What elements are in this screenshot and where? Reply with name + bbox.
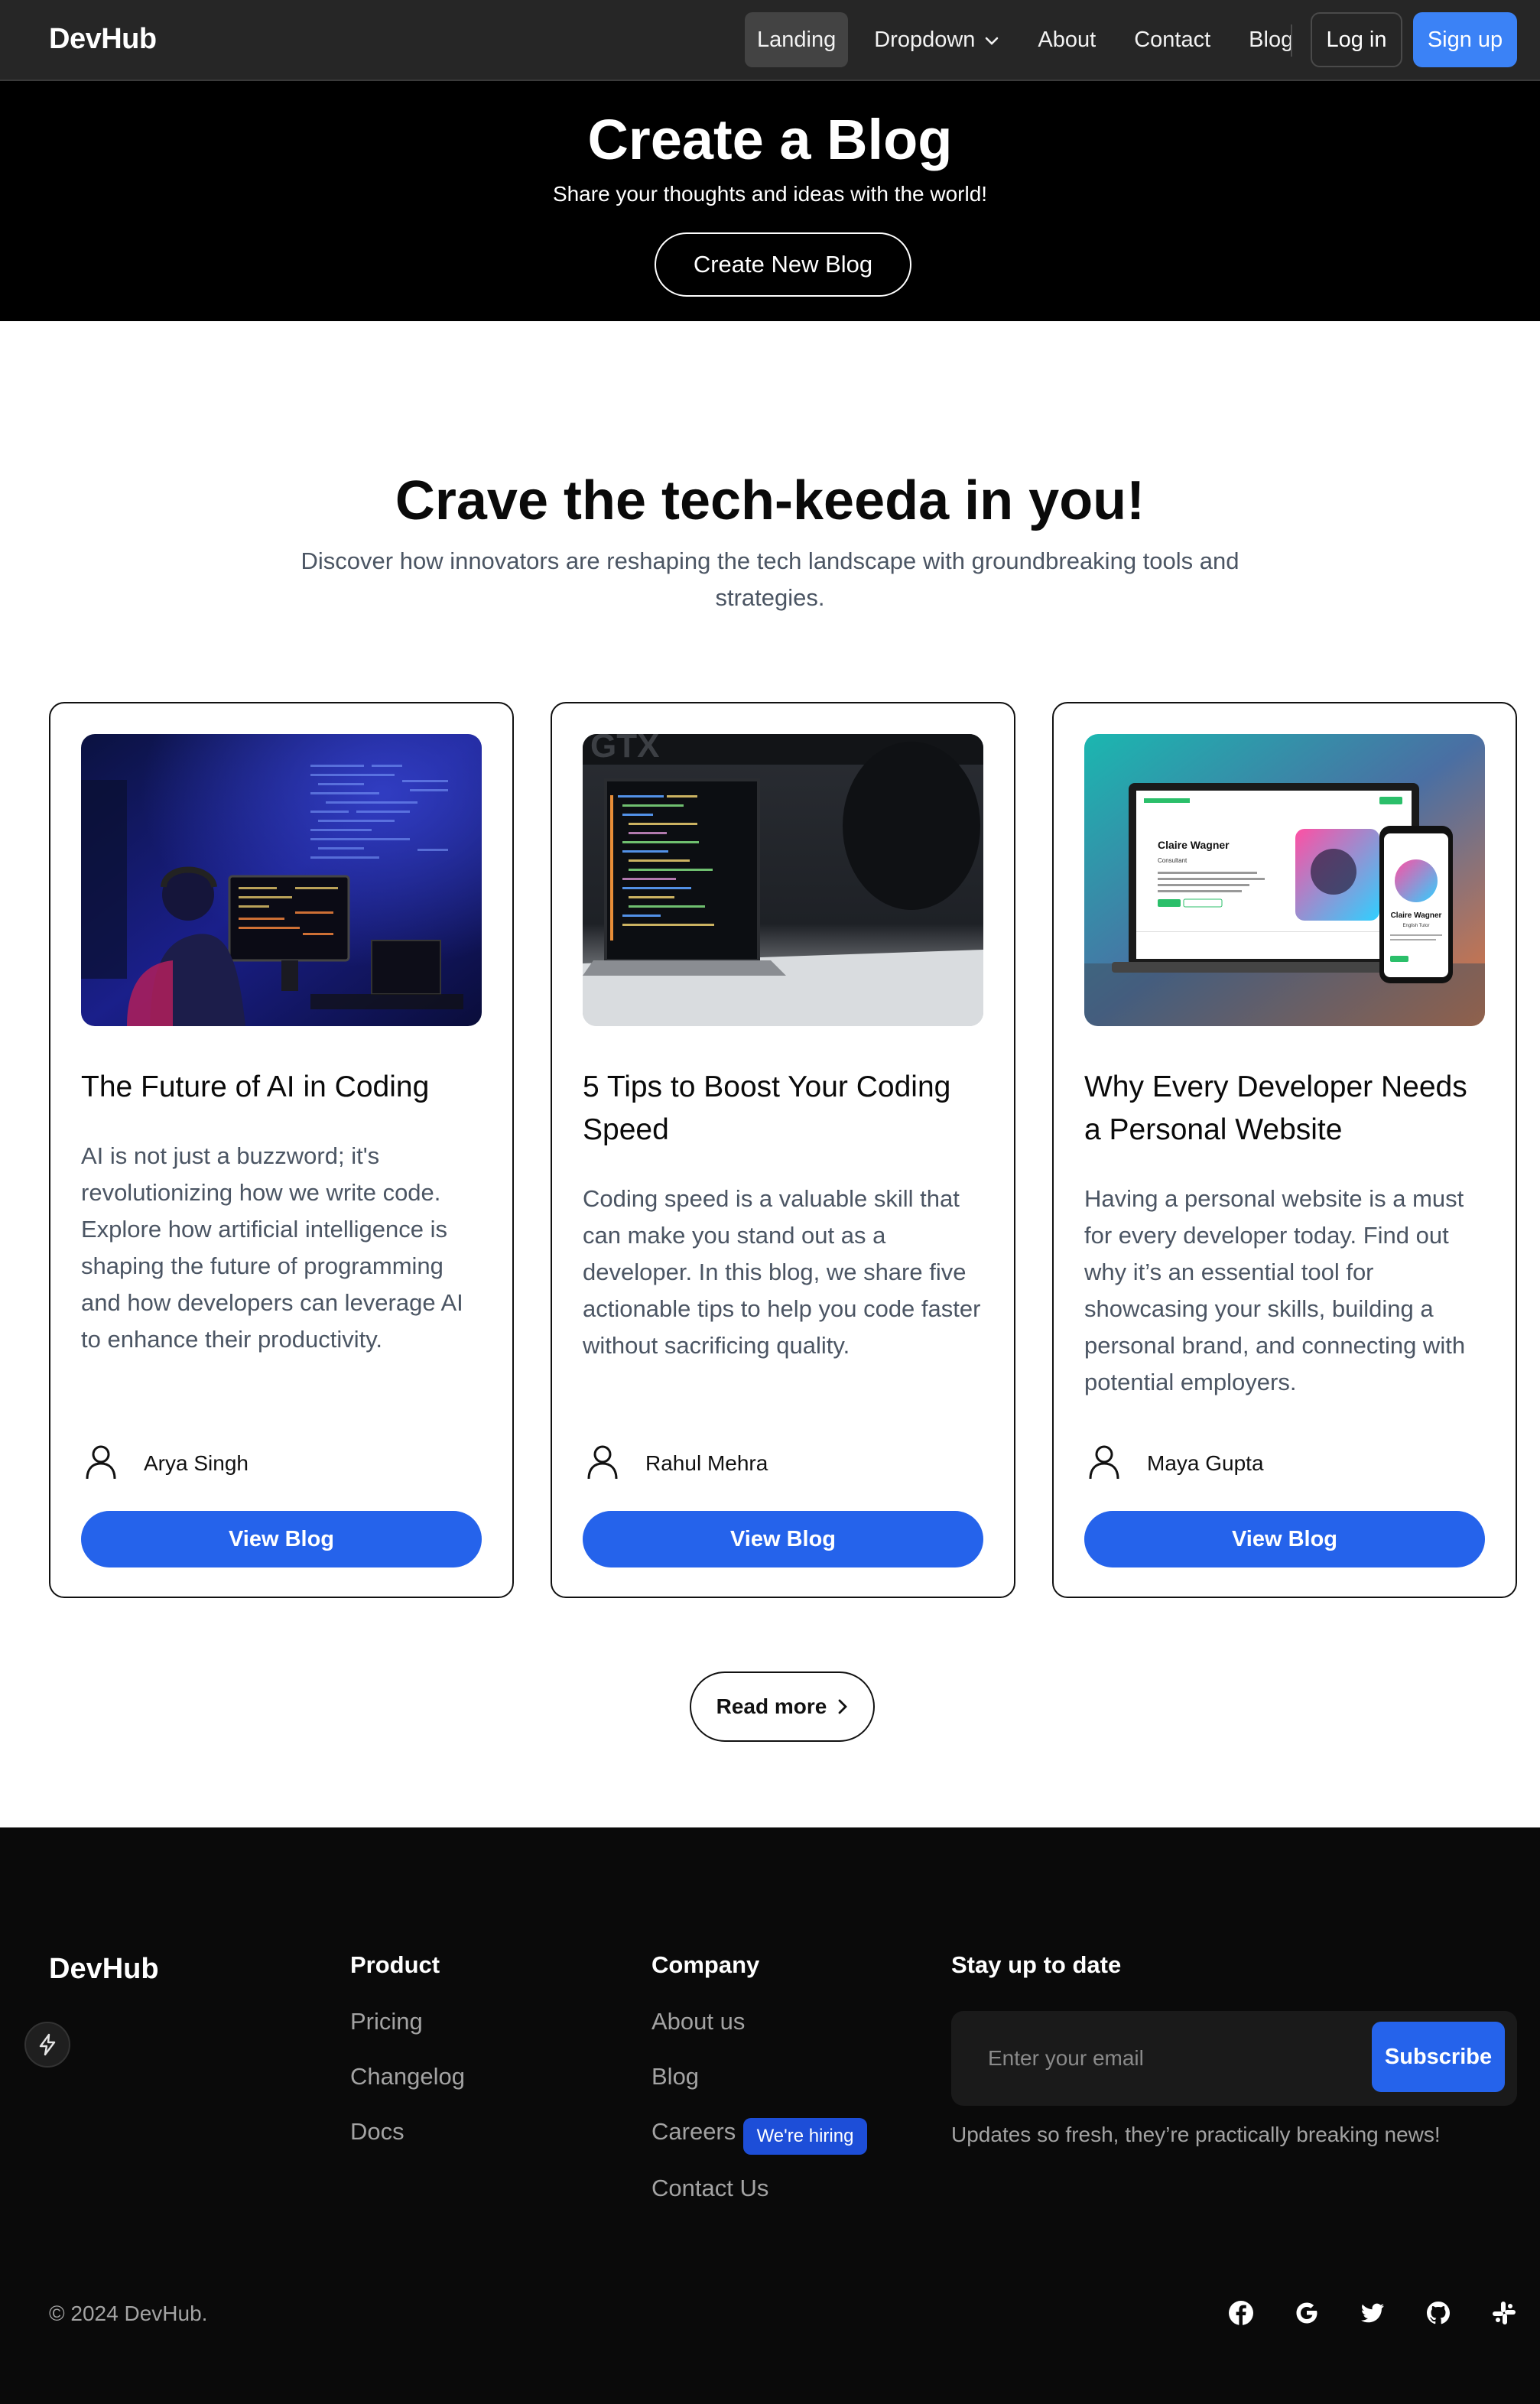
view-blog-button[interactable]: View Blog bbox=[1084, 1511, 1485, 1567]
slack-icon[interactable] bbox=[1486, 2295, 1522, 2331]
user-icon bbox=[1084, 1442, 1124, 1486]
hero-subtitle: Share your thoughts and ideas with the w… bbox=[552, 182, 988, 206]
footer-link-pricing[interactable]: Pricing bbox=[350, 2008, 423, 2035]
nav-divider bbox=[1291, 24, 1292, 57]
read-more-label: Read more bbox=[716, 1694, 827, 1718]
blog-card: The Future of AI in Coding AI is not jus… bbox=[49, 702, 514, 1598]
blog-description: Coding speed is a valuable skill that ca… bbox=[583, 1185, 981, 1359]
login-button[interactable]: Log in bbox=[1311, 12, 1402, 67]
mockup-role: Consultant bbox=[1158, 857, 1187, 864]
nav-link-landing[interactable]: Landing bbox=[745, 12, 849, 67]
google-icon[interactable] bbox=[1289, 2295, 1324, 2331]
blog-image-personal-website: Claire Wagner Consultant Claire Wagner E… bbox=[1084, 734, 1485, 1026]
blog-description: Having a personal website is a must for … bbox=[1084, 1185, 1466, 1395]
hiring-badge: We're hiring bbox=[743, 2118, 867, 2155]
top-navbar: DevHub Landing Dropdown About Contact Bl… bbox=[0, 0, 1540, 81]
chevron-down-icon bbox=[984, 28, 999, 53]
footer-product-title: Product bbox=[350, 1951, 440, 1978]
github-icon[interactable] bbox=[1421, 2295, 1456, 2331]
author-name: Maya Gupta bbox=[1147, 1451, 1264, 1475]
blog-title: 5 Tips to Boost Your Coding Speed bbox=[583, 1070, 951, 1146]
blog-author: Arya Singh bbox=[81, 1442, 249, 1485]
read-more-button[interactable]: Read more bbox=[690, 1671, 875, 1742]
nav-link-label: Landing bbox=[757, 27, 837, 52]
footer-link-about-us[interactable]: About us bbox=[651, 2008, 745, 2035]
svg-text:GTX: GTX bbox=[590, 734, 659, 765]
facebook-icon[interactable] bbox=[1223, 2295, 1259, 2331]
author-name: Arya Singh bbox=[144, 1451, 249, 1475]
nav-link-label: About bbox=[1038, 27, 1097, 52]
footer-link-careers[interactable]: Careers bbox=[651, 2118, 736, 2146]
user-icon bbox=[583, 1442, 622, 1486]
newsletter-title: Stay up to date bbox=[951, 1951, 1122, 1978]
hero-title: Create a Blog bbox=[587, 108, 953, 171]
social-links bbox=[1223, 2295, 1522, 2331]
view-blog-button[interactable]: View Blog bbox=[81, 1511, 482, 1567]
mockup-mobile-role: English Tutor bbox=[1402, 924, 1429, 928]
nav-link-blog[interactable]: Blog bbox=[1236, 12, 1305, 67]
blog-description: AI is not just a buzzword; it's revoluti… bbox=[81, 1142, 463, 1353]
nav-links: Landing Dropdown About Contact Blog bbox=[745, 12, 1319, 67]
chevron-right-icon bbox=[838, 1699, 848, 1714]
blog-author: Maya Gupta bbox=[1084, 1442, 1264, 1485]
mockup-name: Claire Wagner bbox=[1158, 839, 1230, 851]
create-new-blog-button[interactable]: Create New Blog bbox=[655, 232, 911, 297]
nav-link-dropdown[interactable]: Dropdown bbox=[862, 12, 1012, 67]
user-icon bbox=[81, 1442, 121, 1486]
nav-link-about[interactable]: About bbox=[1025, 12, 1108, 67]
hero-banner: Create a Blog Share your thoughts and id… bbox=[0, 81, 1540, 321]
bolt-icon[interactable] bbox=[24, 2022, 70, 2068]
twitter-icon[interactable] bbox=[1355, 2295, 1390, 2331]
blog-image-ai-coding bbox=[81, 734, 482, 1026]
footer-link-changelog[interactable]: Changelog bbox=[350, 2063, 465, 2091]
nav-link-label: Contact bbox=[1134, 27, 1211, 52]
author-name: Rahul Mehra bbox=[645, 1451, 768, 1475]
signup-button[interactable]: Sign up bbox=[1413, 12, 1517, 67]
footer-link-contact-us[interactable]: Contact Us bbox=[651, 2175, 768, 2202]
blog-title: The Future of AI in Coding bbox=[81, 1070, 430, 1103]
newsletter-note: Updates so fresh, they’re practically br… bbox=[951, 2123, 1441, 2146]
nav-link-label: Blog bbox=[1249, 27, 1294, 52]
blog-title: Why Every Developer Needs a Personal Web… bbox=[1084, 1070, 1467, 1146]
subscribe-button[interactable]: Subscribe bbox=[1372, 2022, 1505, 2092]
section-title: Crave the tech-keeda in you! bbox=[395, 470, 1145, 531]
copyright-text: © 2024 DevHub. bbox=[49, 2302, 208, 2325]
blog-card: Claire Wagner Consultant Claire Wagner E… bbox=[1052, 702, 1517, 1598]
view-blog-button[interactable]: View Blog bbox=[583, 1511, 983, 1567]
nav-link-label: Dropdown bbox=[874, 27, 976, 52]
footer-company-title: Company bbox=[651, 1951, 760, 1978]
footer-brand[interactable]: DevHub bbox=[49, 1953, 159, 1986]
email-input[interactable] bbox=[968, 2023, 1381, 2094]
section-subtitle: Discover how innovators are reshaping th… bbox=[301, 547, 1239, 611]
nav-link-contact[interactable]: Contact bbox=[1122, 12, 1223, 67]
blog-card: GTX 5 Tips to Boost Your Coding Speed Co… bbox=[551, 702, 1015, 1598]
footer-link-docs[interactable]: Docs bbox=[350, 2118, 404, 2146]
blog-author: Rahul Mehra bbox=[583, 1442, 768, 1485]
brand-logo[interactable]: DevHub bbox=[49, 23, 157, 56]
mockup-mobile-name: Claire Wagner bbox=[1391, 911, 1442, 920]
blog-image-coding-speed: GTX bbox=[583, 734, 983, 1026]
footer-link-blog[interactable]: Blog bbox=[651, 2063, 699, 2091]
footer: DevHub Product Pricing Changelog Docs Co… bbox=[0, 1827, 1540, 2404]
newsletter-form: Subscribe bbox=[951, 2011, 1517, 2106]
